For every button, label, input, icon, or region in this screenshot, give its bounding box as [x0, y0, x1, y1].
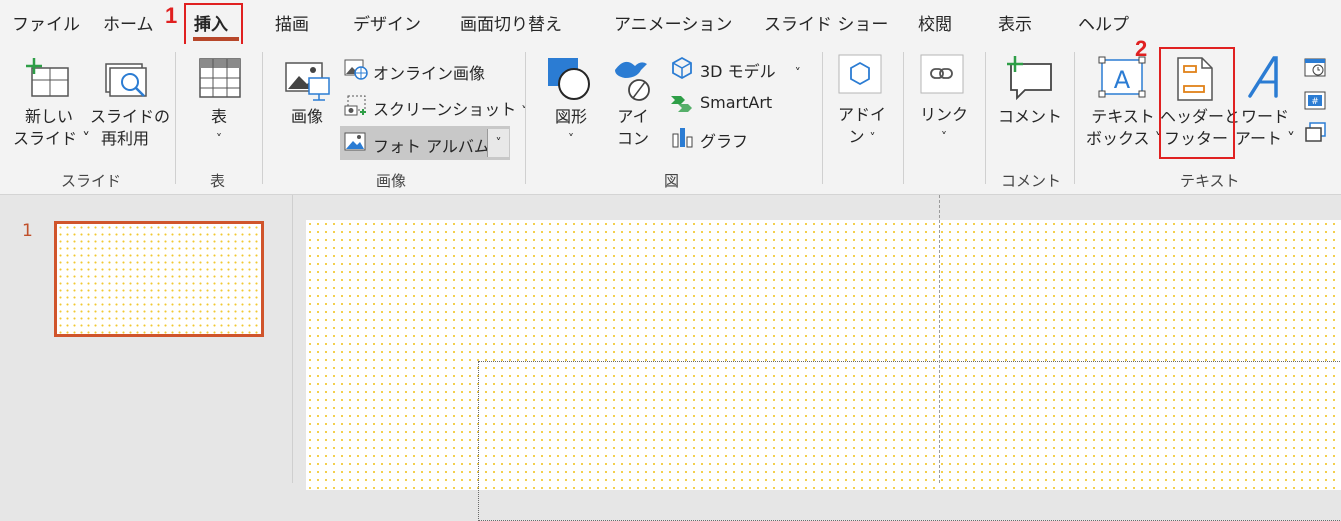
group-label-table: 表	[210, 172, 226, 190]
slide-canvas[interactable]	[306, 220, 1341, 521]
screenshot-button[interactable]: スクリーンショット ˅	[373, 96, 527, 120]
content-placeholder[interactable]	[478, 361, 1341, 521]
tab-help[interactable]: ヘルプ	[1078, 10, 1129, 35]
tab-transitions[interactable]: 画面切り替え	[460, 10, 562, 35]
link-icon[interactable]	[920, 54, 966, 100]
group-separator	[1074, 52, 1075, 184]
ribbon: 新しい スライド ˅ スライドの 再利用 スライド 表 ˅ 表 画像 オンライン画…	[0, 44, 1341, 195]
online-pictures-button[interactable]: オンライン画像	[373, 60, 485, 84]
3d-models-button[interactable]: 3D モデル ˅	[700, 58, 801, 82]
table-icon[interactable]	[199, 58, 241, 104]
group-label-images: 画像	[376, 172, 407, 190]
group-label-text: テキスト	[1180, 172, 1240, 190]
photo-album-button[interactable]: フォト アルバム ˅	[340, 126, 510, 160]
svg-text:#: #	[1311, 97, 1319, 107]
photo-album-dropdown[interactable]: ˅	[487, 129, 509, 157]
reuse-slides-icon[interactable]	[104, 58, 150, 104]
new-slide-button[interactable]: 新しい スライド ˅	[13, 106, 90, 150]
slide-number: 1	[22, 221, 33, 241]
group-separator	[822, 52, 823, 184]
group-separator	[903, 52, 904, 184]
group-label-comments: コメント	[1001, 172, 1062, 190]
comment-icon[interactable]	[1003, 56, 1053, 104]
tab-animations[interactable]: アニメーション	[614, 10, 732, 35]
screenshot-icon	[344, 94, 368, 122]
3d-models-icon	[670, 56, 694, 84]
new-slide-icon[interactable]	[24, 58, 70, 102]
photo-album-label: フォト アルバム	[373, 137, 490, 156]
photo-album-icon	[344, 132, 368, 158]
group-label-illustrations: 図	[664, 172, 680, 190]
chart-icon	[672, 126, 694, 152]
slide-thumbnail-pane: 1	[0, 195, 293, 483]
tab-design[interactable]: デザイン	[353, 10, 421, 35]
callout-highlight-header-footer	[1159, 47, 1235, 159]
tab-home[interactable]: ホーム	[103, 10, 154, 35]
group-separator	[262, 52, 263, 184]
tab-slideshow[interactable]: スライド ショー	[764, 10, 888, 35]
shapes-icon[interactable]	[546, 56, 592, 106]
vertical-guide[interactable]	[939, 195, 940, 483]
new-comment-button[interactable]: コメント	[998, 106, 1062, 128]
tab-file[interactable]: ファイル	[12, 10, 80, 35]
group-separator	[525, 52, 526, 184]
icons-icon[interactable]	[611, 56, 657, 106]
slide-number-icon[interactable]: #	[1304, 90, 1328, 116]
group-separator	[175, 52, 176, 184]
group-separator	[985, 52, 986, 184]
online-pictures-icon	[344, 58, 368, 84]
smartart-button[interactable]: SmartArt	[700, 93, 772, 112]
link-button[interactable]: リンク ˅	[918, 104, 970, 148]
tab-view[interactable]: 表示	[998, 10, 1032, 35]
smartart-icon	[670, 92, 696, 118]
addins-icon[interactable]	[838, 54, 884, 100]
textbox-button[interactable]: テキスト ボックス ˅	[1086, 106, 1163, 150]
date-time-icon[interactable]	[1304, 56, 1328, 82]
textbox-icon[interactable]: A	[1098, 56, 1148, 104]
callout-number-2: 2	[1135, 36, 1148, 61]
wordart-button[interactable]: ワード アート ˅	[1234, 106, 1296, 150]
chart-button[interactable]: グラフ	[700, 128, 748, 152]
tab-review[interactable]: 校閲	[918, 10, 952, 35]
picture-button[interactable]: 画像	[282, 106, 332, 128]
icons-button[interactable]: アイ コン	[612, 106, 654, 150]
picture-icon[interactable]	[285, 62, 331, 106]
wordart-icon[interactable]	[1246, 54, 1286, 104]
slide-thumbnail[interactable]	[54, 221, 264, 337]
addins-button[interactable]: アドイン ˅	[836, 104, 888, 149]
shapes-button[interactable]: 図形 ˅	[548, 106, 594, 150]
callout-number-1: 1	[165, 3, 178, 28]
tab-draw[interactable]: 描画	[275, 10, 309, 35]
callout-highlight-insert-tab	[184, 3, 243, 49]
table-button[interactable]: 表 ˅	[196, 106, 242, 150]
slide-editing-area	[293, 195, 1341, 521]
reuse-slides-button[interactable]: スライドの 再利用	[90, 106, 170, 150]
group-label-slides: スライド	[61, 172, 122, 190]
object-icon[interactable]	[1304, 122, 1328, 148]
svg-text:A: A	[1114, 66, 1131, 94]
